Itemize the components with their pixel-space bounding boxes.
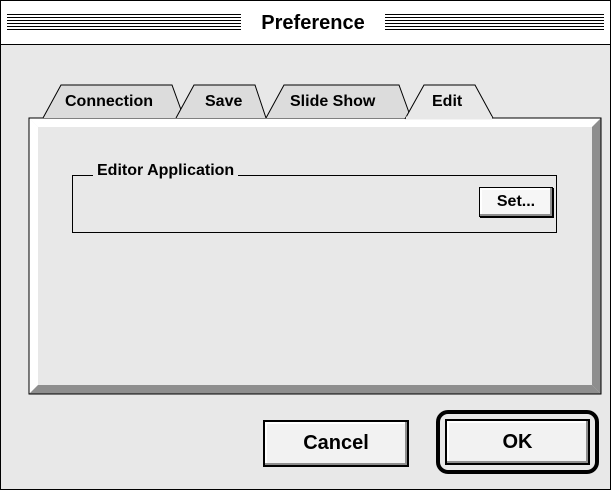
ok-button[interactable]: OK <box>445 419 590 465</box>
tab-connection[interactable]: Connection <box>65 92 153 112</box>
tab-edit[interactable]: Edit <box>432 92 462 112</box>
cancel-button[interactable]: Cancel <box>263 420 409 467</box>
tab-slide-show[interactable]: Slide Show <box>290 92 375 112</box>
tab-save[interactable]: Save <box>205 92 242 112</box>
set-editor-button[interactable]: Set... <box>479 187 553 217</box>
editor-application-label: Editor Application <box>93 161 239 181</box>
preference-dialog: Preference Connection Save Slide Show Ed… <box>0 0 611 490</box>
